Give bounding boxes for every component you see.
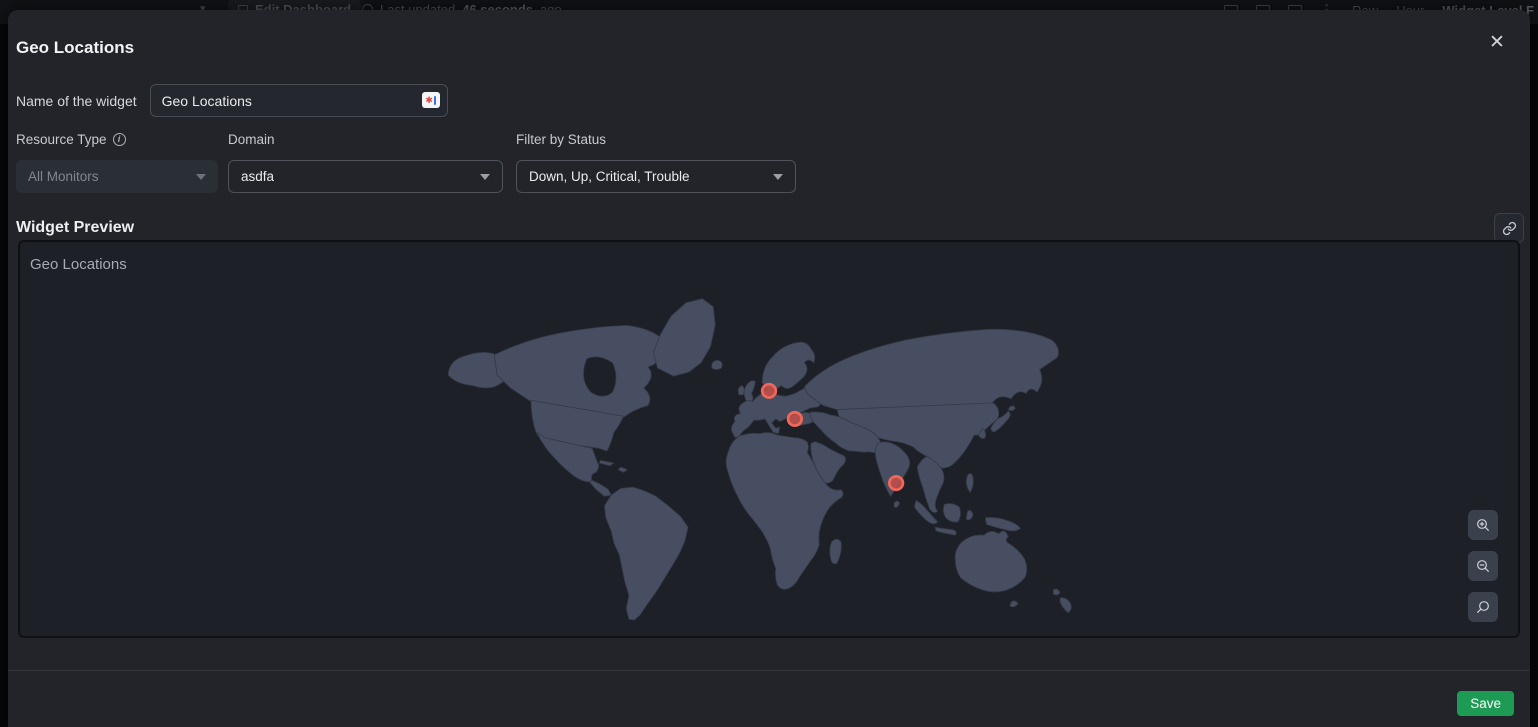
- map-zoom-controls: [1468, 510, 1498, 622]
- widget-name-label: Name of the widget: [16, 93, 137, 109]
- marker-south-india[interactable]: [889, 476, 903, 489]
- cursor-glyph: [434, 96, 436, 105]
- widget-name-input[interactable]: [150, 84, 448, 117]
- copy-link-button[interactable]: [1494, 213, 1524, 243]
- status-filter-select[interactable]: Down, Up, Critical, Trouble: [516, 160, 796, 193]
- chevron-down-icon: [480, 174, 490, 180]
- asterisk-glyph: ✱: [425, 96, 433, 105]
- world-map-landmasses: [448, 299, 1071, 620]
- zoom-in-icon: [1475, 517, 1491, 533]
- zoom-reset-icon: [1475, 599, 1491, 615]
- marker-eastern-europe[interactable]: [788, 412, 802, 425]
- close-icon[interactable]: ✕: [1484, 30, 1510, 56]
- link-icon: [1502, 221, 1517, 236]
- resource-type-select[interactable]: All Monitors: [16, 160, 218, 193]
- zoom-in-button[interactable]: [1468, 510, 1498, 540]
- zoom-reset-button[interactable]: [1468, 592, 1498, 622]
- geo-map[interactable]: [429, 288, 1109, 622]
- widget-preview-title: Widget Preview: [16, 219, 134, 237]
- preview-widget-title: Geo Locations: [30, 256, 127, 273]
- status-filter-label: Filter by Status: [516, 132, 606, 147]
- translate-icon[interactable]: ✱: [422, 92, 440, 108]
- status-filter-value: Down, Up, Critical, Trouble: [529, 169, 690, 184]
- geo-locations-modal: Geo Locations ✕ Name of the widget ✱ Res…: [8, 10, 1530, 727]
- chevron-down-icon: [196, 174, 206, 180]
- zoom-out-icon: [1475, 558, 1491, 574]
- domain-select[interactable]: asdfa: [228, 160, 503, 193]
- marker-northern-europe[interactable]: [762, 384, 776, 397]
- footer-divider: [8, 670, 1530, 671]
- chevron-down-icon: [773, 174, 783, 180]
- domain-value: asdfa: [241, 169, 274, 184]
- modal-title: Geo Locations: [16, 38, 134, 58]
- zoom-out-button[interactable]: [1468, 551, 1498, 581]
- resource-type-label: Resource Type: [16, 132, 107, 147]
- widget-preview-panel: Geo Locations: [18, 240, 1520, 638]
- info-icon[interactable]: i: [113, 133, 126, 146]
- resource-type-value: All Monitors: [28, 169, 99, 184]
- domain-label: Domain: [228, 132, 275, 147]
- save-button[interactable]: Save: [1457, 691, 1514, 716]
